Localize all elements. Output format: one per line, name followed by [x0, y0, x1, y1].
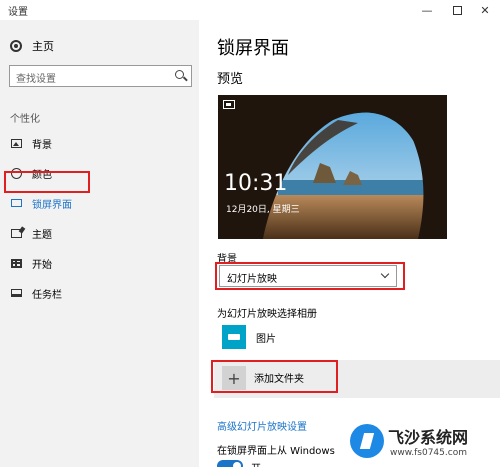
preview-image: [218, 95, 447, 239]
window-title: 设置: [8, 7, 28, 18]
watermark-url: www.fs0745.com: [390, 448, 467, 458]
lockscreen-info-label: 在锁屏界面上从 Windows: [217, 446, 335, 457]
taskbar-icon: [10, 289, 22, 297]
highlight-background-select: [215, 262, 405, 290]
preview-time: 10:31: [224, 171, 288, 196]
site-logo-icon: [350, 424, 384, 458]
toggle-state-label: 开: [251, 460, 261, 467]
album-item-label: 图片: [256, 333, 276, 345]
sidebar-item-start[interactable]: 开始: [8, 252, 190, 274]
title-bar: 设置 — ✕: [0, 0, 500, 20]
sidebar-item-label: 任务栏: [32, 289, 62, 301]
sidebar-item-label: 背景: [32, 139, 52, 151]
picture-icon: [10, 138, 22, 148]
sidebar-item-lockscreen[interactable]: 锁屏界面: [8, 192, 190, 214]
lockscreen-preview: 10:31 12月20日, 星期三: [218, 95, 447, 239]
maximize-button[interactable]: [442, 0, 472, 20]
slideshow-icon: [223, 100, 235, 109]
gear-icon: [10, 40, 22, 52]
theme-icon: [10, 228, 22, 238]
search-placeholder: 查找设置: [16, 74, 56, 85]
album-item-pictures[interactable]: 图片: [222, 325, 276, 349]
preview-heading: 预览: [217, 72, 244, 87]
sidebar-item-label: 锁屏界面: [32, 199, 72, 211]
minimize-icon: —: [421, 3, 433, 17]
album-label: 为幻灯片放映选择相册: [217, 309, 317, 320]
main-panel: 锁屏界面 预览 10:31 12月20日, 星期三 背景 幻灯片放映 为幻灯片放…: [199, 20, 500, 467]
folder-icon: [222, 325, 246, 349]
sidebar-item-background[interactable]: 背景: [8, 132, 190, 154]
search-icon[interactable]: [175, 70, 184, 79]
sidebar-item-label: 主题: [32, 229, 52, 241]
section-personalization: 个性化: [10, 114, 40, 125]
sidebar-item-label: 开始: [32, 259, 52, 271]
lockscreen-info-toggle[interactable]: [217, 460, 243, 467]
sidebar-item-taskbar[interactable]: 任务栏: [8, 282, 190, 304]
highlight-lockscreen-nav: [4, 171, 90, 193]
lockscreen-icon: [10, 199, 22, 207]
page-title: 锁屏界面: [217, 38, 289, 59]
watermark-name: 飞沙系统网: [388, 428, 469, 447]
maximize-icon: [452, 5, 462, 15]
close-icon: ✕: [480, 3, 490, 17]
minimize-button[interactable]: —: [412, 0, 442, 20]
highlight-add-folder: [211, 360, 338, 393]
sidebar: 主页 查找设置 个性化 背景 颜色 锁屏界面 主题 开始 任务栏: [0, 20, 199, 467]
start-icon: [10, 258, 22, 268]
home-label: 主页: [32, 40, 54, 53]
search-input[interactable]: 查找设置: [9, 65, 192, 87]
watermark: 飞沙系统网 www.fs0745.com: [350, 420, 500, 467]
preview-date: 12月20日, 星期三: [226, 205, 300, 215]
advanced-slideshow-link[interactable]: 高级幻灯片放映设置: [217, 418, 307, 433]
sidebar-home[interactable]: 主页: [10, 38, 54, 54]
sidebar-item-themes[interactable]: 主题: [8, 222, 190, 244]
close-button[interactable]: ✕: [470, 0, 500, 20]
